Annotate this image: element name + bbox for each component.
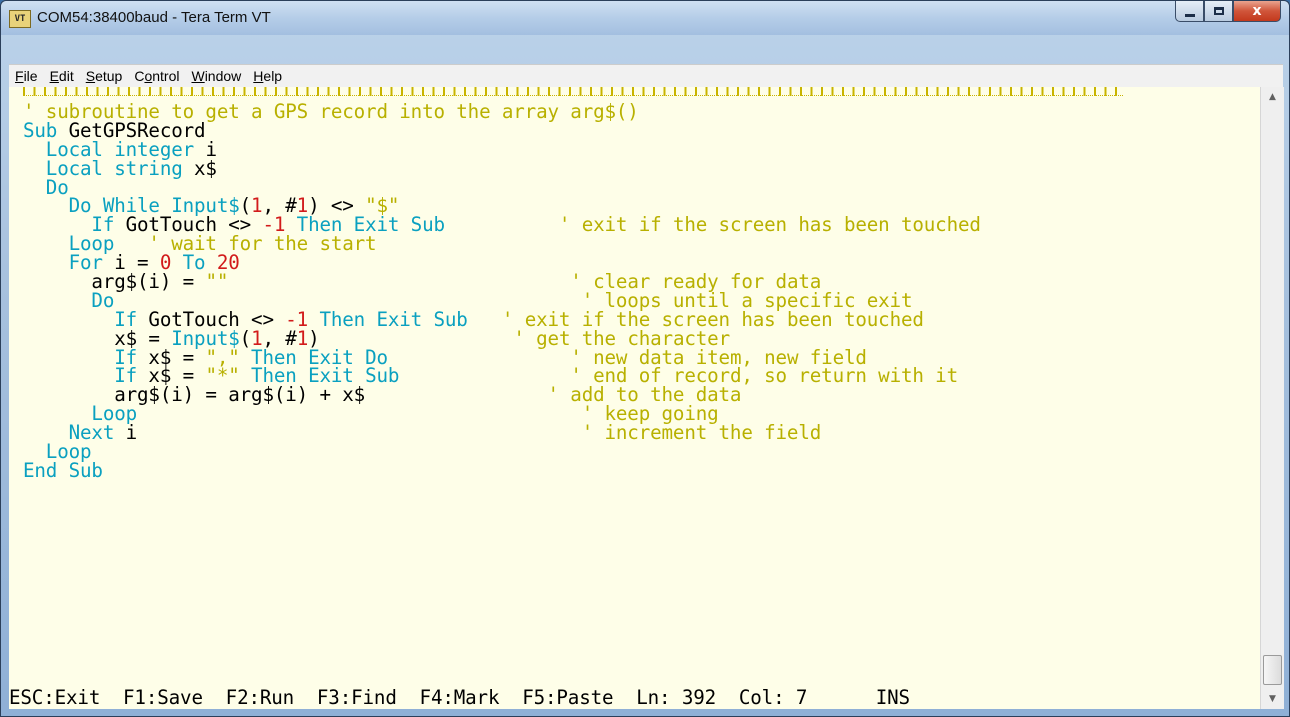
menu-window[interactable]: Window [185,68,247,84]
menu-label-rest: etup [95,68,123,84]
menu-file[interactable]: File [9,68,44,84]
scroll-up-arrow-icon[interactable]: ▲ [1261,87,1284,107]
menu-accelerator-key: W [191,68,205,84]
menu-label-rest: dit [58,68,74,84]
status-f4-mark: F4:Mark [419,685,500,709]
code-comment: ' increment the field [137,421,822,445]
editor-status-bar: ESC:Exit F1:Save F2:Run F3:Find F4:Mark … [9,687,1260,709]
tera-term-window: VT COM54:38400baud - Tera Term VT x File… [0,0,1290,717]
code-text: x$ [194,156,217,180]
scroll-down-arrow-icon[interactable]: ▼ [1261,689,1284,709]
menu-control[interactable]: Control [128,68,185,84]
code-line[interactable]: Local string x$ [23,156,981,180]
menu-label-prefix: C [134,68,145,84]
code-keyword: End Sub [23,458,103,482]
code-line[interactable]: Next i ' increment the field [23,421,981,445]
menu-label-rest: indow [204,68,242,84]
minimize-icon [1184,13,1195,17]
menu-setup[interactable]: Setup [80,68,129,84]
menu-accelerator-key: S [85,68,96,84]
menu-label-rest: elp [263,68,283,84]
menu-bar: File Edit Setup Control Window Help [9,64,1283,87]
menu-label-rest: ile [23,68,38,84]
status-column-number: Col: 7 [738,685,808,709]
editor-ruler [23,87,1123,96]
window-title: COM54:38400baud - Tera Term VT [37,9,271,26]
title-bar[interactable]: VT COM54:38400baud - Tera Term VT x [1,1,1289,35]
menu-help[interactable]: Help [247,68,288,84]
status-f2-run: F2:Run [225,685,295,709]
close-icon: x [1252,3,1262,19]
code-line[interactable]: End Sub [23,458,981,482]
status-insert-mode: INS [875,685,910,709]
code-editor[interactable]: ' subroutine to get a GPS record into th… [23,102,981,482]
menu-label-rest: ntrol [152,68,180,84]
menu-accelerator-key: H [253,68,264,84]
code-text: i [125,421,138,445]
status-f1-save: F1:Save [123,685,203,709]
maximize-icon [1213,7,1224,15]
maximize-button[interactable] [1204,1,1233,22]
window-controls: x [1175,1,1281,23]
status-f3-find: F3:Find [316,685,397,709]
terminal-screen[interactable]: ' subroutine to get a GPS record into th… [9,87,1260,709]
status-line-number: Ln: 392 [636,685,717,709]
code-line[interactable]: Loop [23,442,981,462]
vertical-scrollbar[interactable]: ▲ ▼ [1260,87,1284,709]
scrollbar-thumb[interactable] [1263,655,1282,685]
close-button[interactable]: x [1233,1,1281,22]
menu-edit[interactable]: Edit [44,68,80,84]
status-f5-paste: F5:Paste [522,685,614,709]
app-icon[interactable]: VT [9,10,31,28]
menu-accelerator-key: F [15,68,24,84]
status-esc-exit: ESC:Exit [9,685,101,709]
minimize-button[interactable] [1175,1,1204,22]
menu-accelerator-key: E [49,68,59,84]
code-comment: ' exit if the screen has been touched [444,213,981,237]
